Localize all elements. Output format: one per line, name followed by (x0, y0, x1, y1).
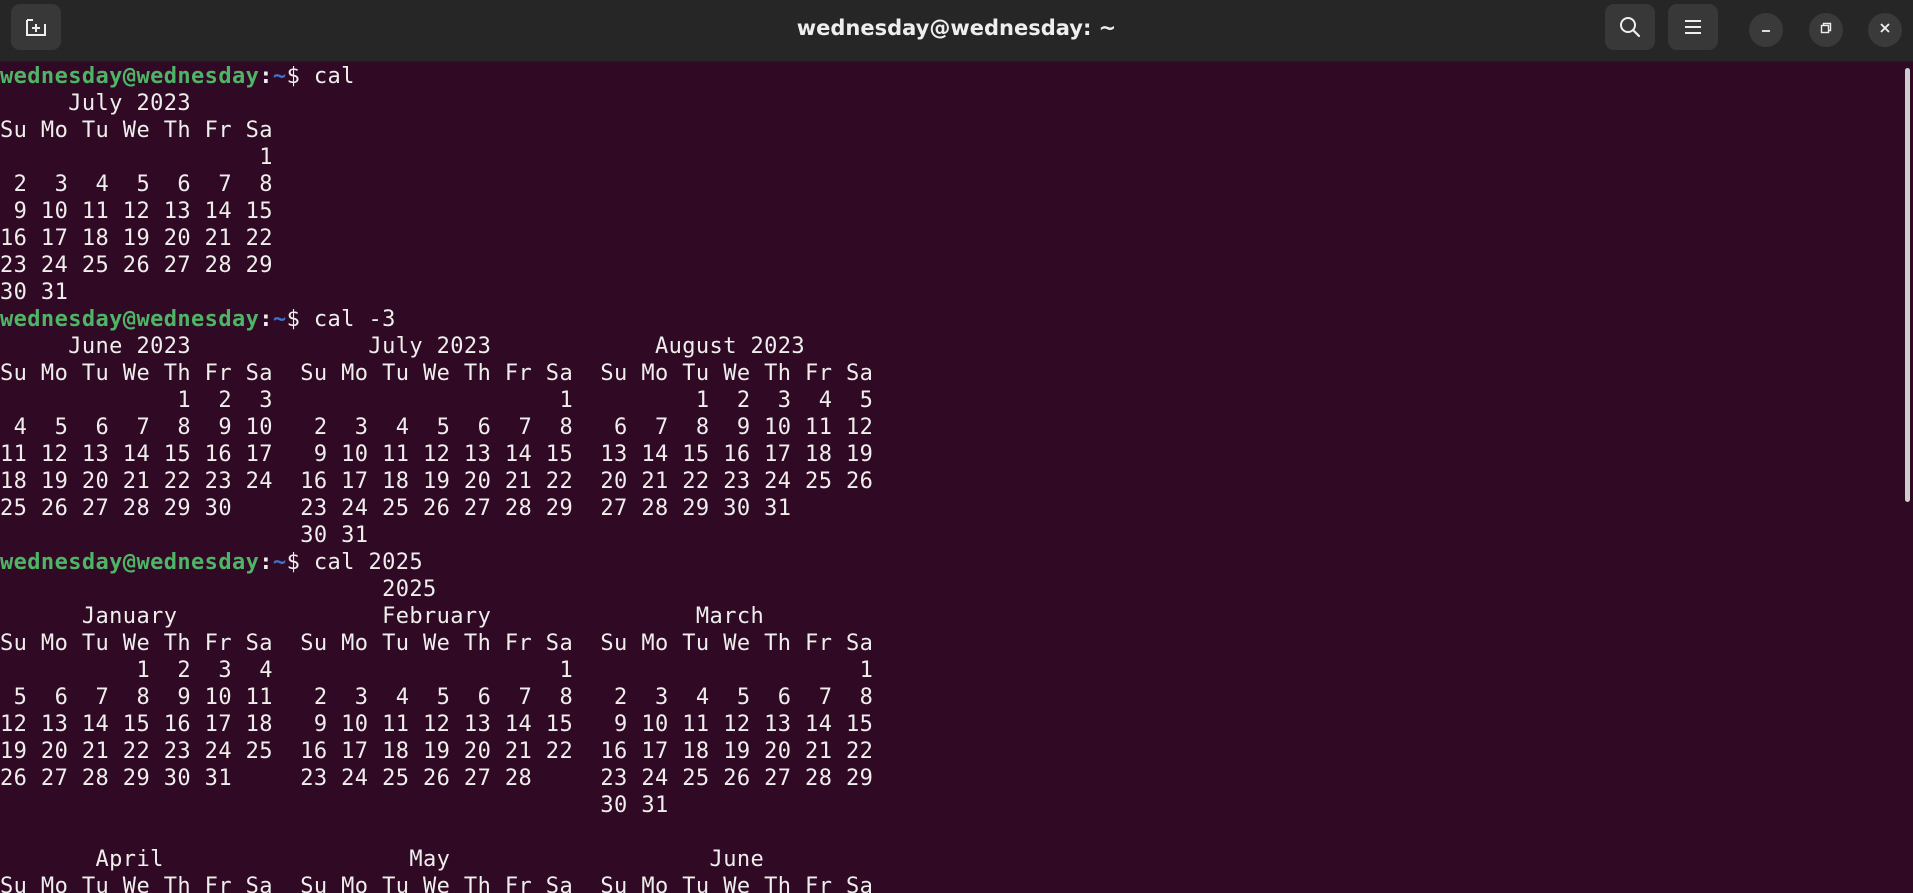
hamburger-menu-icon (1683, 18, 1703, 36)
command-text: cal (313, 64, 355, 89)
minimize-icon (1759, 21, 1773, 40)
output-line: 2025 (0, 577, 437, 602)
menu-button[interactable] (1668, 4, 1718, 50)
prompt-line: wednesday@wednesday:~$ cal (0, 63, 1895, 90)
output-line: July 2023 (0, 91, 192, 116)
prompt-dollar: $ (286, 550, 314, 575)
maximize-button[interactable] (1809, 13, 1843, 47)
output-line: Su Mo Tu We Th Fr Sa Su Mo Tu We Th Fr S… (0, 361, 874, 386)
prompt-line: wednesday@wednesday:~$ cal 2025 (0, 549, 1895, 576)
prompt-user-host: wednesday@wednesday (0, 307, 260, 332)
close-icon (1878, 21, 1892, 40)
output-line: 4 5 6 7 8 9 10 2 3 4 5 6 7 8 6 7 8 9 10 … (0, 415, 874, 440)
output-line: 23 24 25 26 27 28 29 (0, 253, 273, 278)
terminal-output[interactable]: wednesday@wednesday:~$ cal July 2023 Su M… (0, 63, 1895, 893)
prompt-colon: : (259, 64, 273, 89)
output-line: 30 31 (0, 793, 669, 818)
output-line: 19 20 21 22 23 24 25 16 17 18 19 20 21 2… (0, 739, 874, 764)
command-text: cal 2025 (313, 550, 424, 575)
prompt-path: ~ (272, 64, 287, 89)
output-line: Su Mo Tu We Th Fr Sa (0, 118, 273, 143)
output-line: 11 12 13 14 15 16 17 9 10 11 12 13 14 15… (0, 442, 874, 467)
output-line: 30 31 (0, 280, 69, 305)
prompt-path: ~ (272, 550, 287, 575)
prompt-user-host: wednesday@wednesday (0, 550, 260, 575)
minimize-button[interactable] (1749, 13, 1783, 47)
output-line: January February March (0, 604, 765, 629)
output-line: 1 2 3 4 1 1 (0, 658, 874, 683)
output-line: 16 17 18 19 20 21 22 (0, 226, 273, 251)
prompt-user-host: wednesday@wednesday (0, 64, 260, 89)
output-line: 9 10 11 12 13 14 15 (0, 199, 273, 224)
output-line: Su Mo Tu We Th Fr Sa Su Mo Tu We Th Fr S… (0, 874, 874, 893)
prompt-line: wednesday@wednesday:~$ cal -3 (0, 306, 1895, 333)
prompt-dollar: $ (286, 307, 314, 332)
prompt-path: ~ (272, 307, 287, 332)
output-line: 2 3 4 5 6 7 8 (0, 172, 273, 197)
output-line: 12 13 14 15 16 17 18 9 10 11 12 13 14 15… (0, 712, 874, 737)
output-line: April May June (0, 847, 765, 872)
output-line: June 2023 July 2023 August 2023 (0, 334, 806, 359)
output-line: Su Mo Tu We Th Fr Sa Su Mo Tu We Th Fr S… (0, 631, 874, 656)
output-line: 18 19 20 21 22 23 24 16 17 18 19 20 21 2… (0, 469, 874, 494)
scrollbar[interactable] (1905, 68, 1910, 502)
output-line: 5 6 7 8 9 10 11 2 3 4 5 6 7 8 2 3 4 5 6 … (0, 685, 874, 710)
search-icon (1618, 15, 1642, 39)
output-line: 30 31 (0, 523, 369, 548)
prompt-colon: : (259, 307, 273, 332)
output-line: 26 27 28 29 30 31 23 24 25 26 27 28 23 2… (0, 766, 874, 791)
terminal-window: wednesday@wednesday: ~ wednesday@wednesd… (0, 0, 1913, 893)
prompt-colon: : (259, 550, 273, 575)
search-button[interactable] (1605, 4, 1655, 50)
output-line: 25 26 27 28 29 30 23 24 25 26 27 28 29 2… (0, 496, 792, 521)
prompt-dollar: $ (286, 64, 314, 89)
command-text: cal -3 (313, 307, 396, 332)
restore-icon (1819, 21, 1833, 40)
output-line: 1 (0, 145, 273, 170)
title-bar: wednesday@wednesday: ~ (0, 0, 1913, 62)
output-line: 1 2 3 1 1 2 3 4 5 (0, 388, 874, 413)
close-button[interactable] (1868, 13, 1902, 47)
